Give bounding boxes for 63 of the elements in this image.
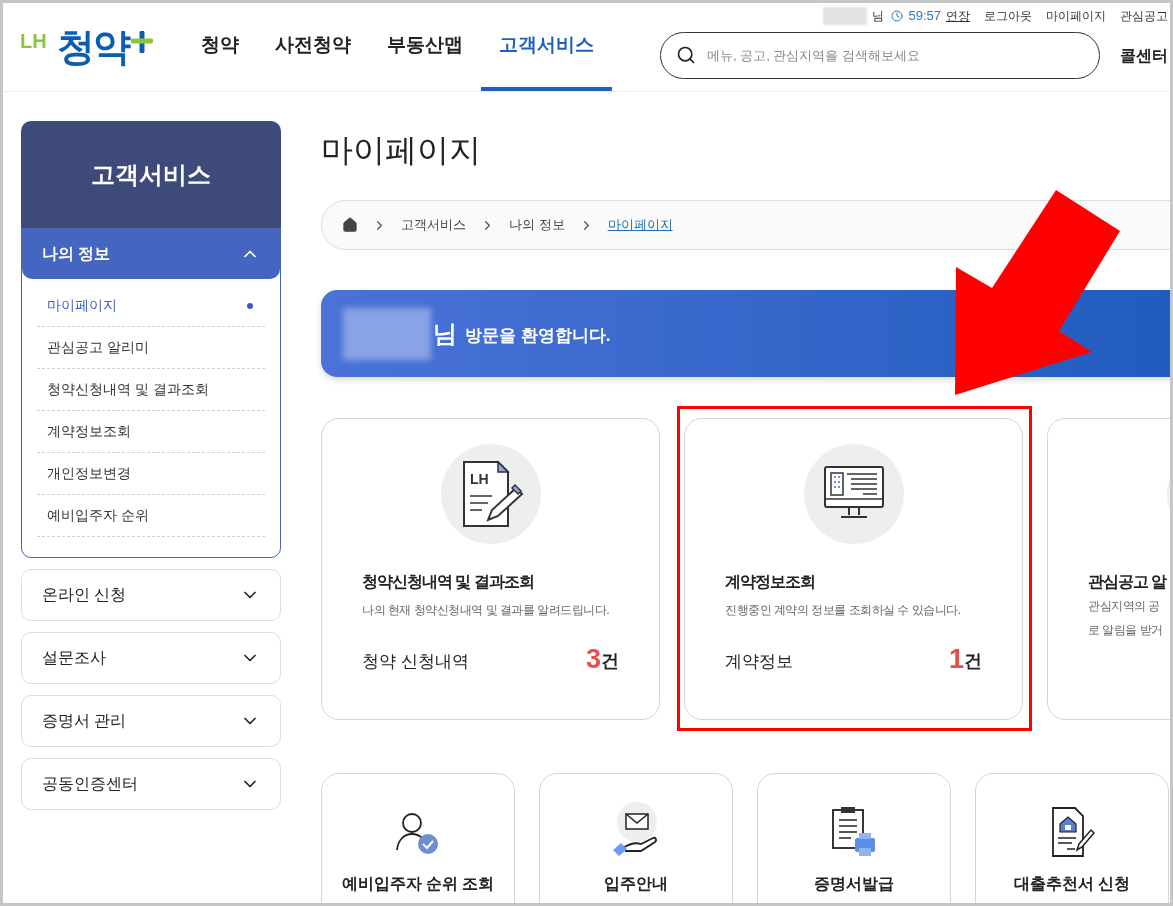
extend-link[interactable]: 연장 [946,7,970,25]
count-label: 청약 신청내역 [362,650,469,673]
call-center-link[interactable]: 콜센터 [1120,43,1168,68]
submenu-item[interactable]: 마이페이지 [37,285,265,327]
sidebar-title: 고객서비스 [91,159,211,190]
nav-tab[interactable]: 청약 [183,3,257,91]
count-number: 3 [585,644,601,674]
clipboard-printer-icon [831,806,877,858]
count-label: 계약정보 [725,650,793,673]
menu-section-header[interactable]: 공동인증센터 [21,758,281,810]
menu-section-header[interactable]: 증명서 관리 [21,695,281,747]
nav-tab[interactable]: 사전청약 [257,3,369,91]
quick-link-label: 증명서발급 [814,874,894,894]
submenu-item[interactable]: 관심공고 알리미 [37,327,265,369]
card-description: 로 알림을 받거 [1088,622,1164,639]
submenu-item[interactable]: 청약신청내역 및 결과조회 [37,369,265,411]
quick-link-label: 예비입주자 순위 조회 [341,874,495,894]
home-icon[interactable] [342,217,358,233]
utility-link[interactable]: 로그아웃 [984,7,1032,25]
menu-section-header[interactable]: 온라인 신청 [21,569,281,621]
session-timer: 59:57 [908,7,941,26]
summary-card[interactable]: LH 청약신청내역 및 결과조회 나의 현재 청약신청내역 및 결과를 알려드립니다. 청약 신청내역 3건 [321,418,660,720]
card-title: 계약정보조회 [725,572,816,592]
user-suffix: 님 [872,8,885,25]
summary-card[interactable]: 계약정보조회 진행중인 계약의 정보를 조회하실 수 있습니다. 계약정보 1건 [684,418,1023,720]
card-title: 청약신청내역 및 결과조회 [362,572,535,592]
quick-link-card[interactable]: 입주안내 [539,773,733,903]
summary-card[interactable]: 관심공고 알 관심지역의 공 로 알림을 받거 [1047,418,1170,720]
welcome-message: 방문을 환영합니다. [465,324,611,347]
count-unit: 건 [964,651,982,673]
plus-icon [130,31,153,53]
document-house-pen-icon [1049,806,1095,858]
submenu-item[interactable]: 계약정보조회 [37,411,265,453]
quick-link-card[interactable]: 증명서발급 [757,773,951,903]
search-icon [676,45,696,65]
search-field[interactable]: 메뉴, 공고, 관심지역을 검색해보세요 [660,32,1100,79]
logo-text[interactable]: 청약 [56,28,129,66]
card-title: 관심공고 알 [1088,572,1168,592]
count-unit: 건 [601,650,619,673]
breadcrumb-link[interactable]: 나의 정보 [509,215,565,235]
submenu-item[interactable]: 예비입주자 순위 [37,495,265,537]
user-suffix: 님 [433,318,457,349]
nav-tab[interactable]: 고객서비스 [481,3,612,91]
utility-link[interactable]: 마이페이지 [1046,7,1106,25]
count-number: 1 [948,644,964,674]
card-description: 관심지역의 공 [1088,598,1161,615]
clock-icon [891,10,904,22]
nav-tab[interactable]: 부동산맵 [369,3,481,91]
quick-link-label: 입주안내 [604,874,668,894]
menu-section-header[interactable]: 나의 정보 [22,229,280,279]
card-description: 진행중인 계약의 정보를 조회하실 수 있습니다. [725,602,962,619]
quick-link-card[interactable]: 예비입주자 순위 조회 [321,773,515,903]
menu-section-header[interactable]: 설문조사 [21,632,281,684]
card-description: 나의 현재 청약신청내역 및 결과를 알려드립니다. [362,602,610,619]
breadcrumb-link[interactable]: 마이페이지 [607,215,673,235]
redacted-name [823,7,868,25]
quick-link-label: 대출추천서 신청 [1013,874,1131,894]
page-title: 마이페이지 [321,131,482,170]
submenu-item[interactable]: 개인정보변경 [37,453,265,495]
breadcrumb-link[interactable]: 고객서비스 [401,215,466,235]
quick-link-card[interactable]: 대출추천서 신청 [975,773,1169,903]
utility-link[interactable]: 관심공고 [1120,7,1168,25]
logo-prefix: LH [20,29,47,54]
